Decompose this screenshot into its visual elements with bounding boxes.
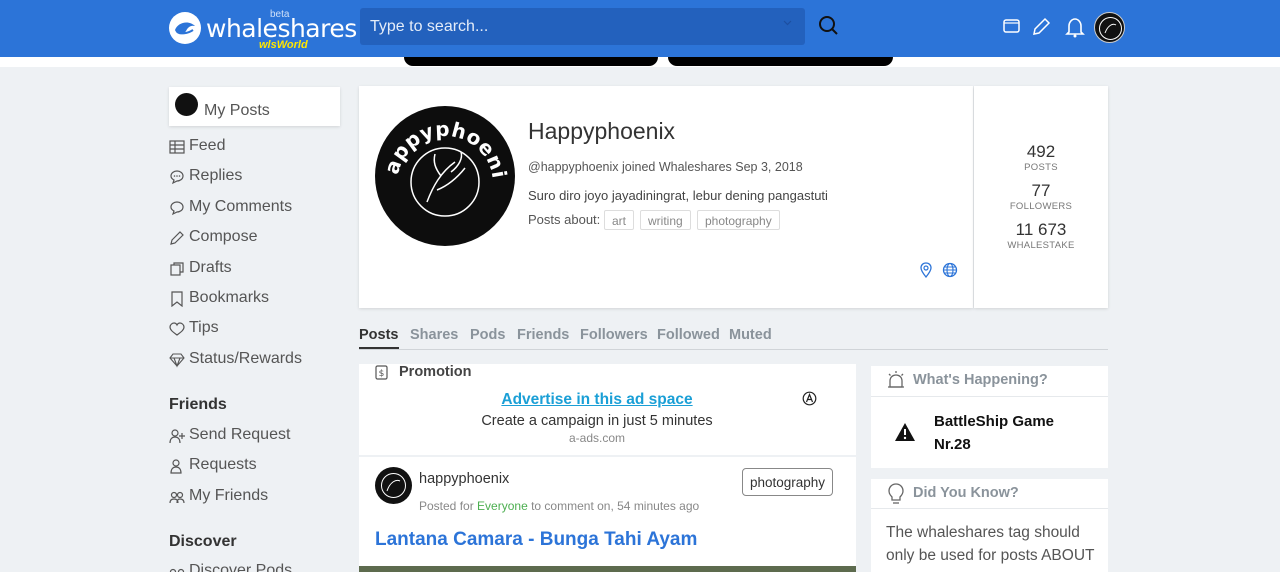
search-icon[interactable]: [817, 14, 841, 38]
bookmark-icon: [171, 291, 183, 307]
cover-shape: [404, 57, 658, 66]
whale-logo-icon: [169, 12, 201, 44]
tab-posts[interactable]: Posts: [359, 327, 399, 349]
sidebar-item-label: Replies: [189, 167, 243, 184]
user-icon: [170, 459, 182, 474]
sidebar-item-label: Send Request: [189, 426, 291, 443]
location-icon[interactable]: [919, 262, 933, 278]
sidebar-item-label: Status/Rewards: [189, 350, 302, 367]
sidebar-item-label: My Comments: [189, 198, 293, 215]
tips-icon: [169, 322, 185, 336]
tab-shares[interactable]: Shares: [410, 327, 458, 343]
search-input[interactable]: [360, 8, 805, 45]
warning-icon: [895, 423, 915, 441]
tab-muted[interactable]: Muted: [729, 327, 772, 343]
advertise-link[interactable]: Advertise in this ad space: [359, 391, 835, 409]
sidebar-item-label: My Friends: [189, 487, 269, 504]
post-author-avatar[interactable]: [375, 467, 412, 504]
drafts-icon: [170, 262, 184, 276]
tabs-divider: [359, 349, 1108, 350]
whaleshares-logo[interactable]: whaleshares beta wlsWorld: [169, 9, 357, 52]
tab-followers[interactable]: Followers: [580, 327, 648, 343]
posts-about-label: Posts about:: [528, 212, 601, 227]
alarm-icon: [888, 371, 904, 388]
stat-posts-label: POSTS: [1024, 162, 1058, 173]
post-image[interactable]: [359, 566, 856, 572]
search-box: [360, 8, 805, 45]
post-author[interactable]: happyphoenix: [419, 471, 509, 487]
stat-followers-value: 77: [1031, 181, 1051, 200]
profile-joined: @happyphoenix joined Whaleshares Sep 3, …: [528, 160, 803, 174]
pencil-icon: [170, 231, 184, 245]
avatar: [175, 93, 198, 116]
battleship-link[interactable]: BattleShip Game Nr.28: [934, 410, 1074, 456]
promotion-title: Promotion: [399, 364, 472, 380]
ad-icon[interactable]: [802, 391, 817, 406]
post-audience: Everyone: [477, 499, 528, 513]
user-avatar[interactable]: [1094, 12, 1125, 43]
add-user-icon: [169, 429, 185, 444]
tab-friends[interactable]: Friends: [517, 327, 569, 343]
profile-bio: Suro diro joyo jayadiningrat, lebur deni…: [528, 188, 828, 203]
friends-heading: Friends: [169, 396, 227, 413]
sidebar-item-label: Drafts: [189, 259, 232, 276]
whats-happening-heading: What's Happening?: [913, 372, 1048, 388]
cover-shape: [668, 57, 893, 66]
sidebar-item-label: Tips: [189, 319, 219, 336]
sidebar-item-label: Requests: [189, 456, 257, 473]
promotion-site: a-ads.com: [568, 431, 626, 445]
tab-pods[interactable]: Pods: [470, 327, 505, 343]
widget-divider: [871, 396, 1108, 397]
my-posts-button[interactable]: My Posts: [169, 87, 340, 126]
profile-name: Happyphoenix: [528, 118, 676, 144]
logo-beta: beta: [270, 9, 290, 20]
wallet-icon[interactable]: [1002, 16, 1024, 38]
stat-followers-label: FOLLOWERS: [1009, 201, 1073, 212]
stat-whalestake-label: WHALESTAKE: [1007, 240, 1075, 251]
feed-icon: [169, 140, 185, 154]
sidebar-item-label: Feed: [189, 137, 226, 154]
sidebar-item-label: Bookmarks: [189, 289, 270, 306]
pencil-icon[interactable]: [1030, 16, 1052, 38]
users-icon: [169, 491, 185, 504]
pods-icon: [169, 568, 185, 572]
profile-tag[interactable]: art: [604, 210, 635, 230]
profile-tag[interactable]: writing: [640, 210, 691, 230]
diamond-icon: [169, 353, 185, 368]
comments-icon: [170, 201, 184, 216]
profile-avatar: Happyphoenix: [375, 106, 515, 246]
promotion-subtitle: Create a campaign in just 5 minutes: [481, 413, 713, 429]
did-you-know-text: The whaleshares tag should only be used …: [886, 524, 1095, 564]
did-you-know-heading: Did You Know?: [913, 485, 1019, 501]
promotion-icon: $: [375, 365, 388, 380]
bell-icon[interactable]: [1064, 16, 1086, 38]
replies-icon: [170, 170, 184, 185]
lightbulb-icon: [888, 483, 904, 504]
sidebar-item-label: Discover Pods: [189, 562, 293, 572]
tab-followed[interactable]: Followed: [657, 327, 720, 343]
discover-heading: Discover: [169, 533, 237, 550]
globe-icon[interactable]: [942, 262, 958, 278]
widget-divider: [871, 508, 1108, 509]
stat-whalestake-value: 11 673: [1015, 220, 1067, 239]
sidebar-item-label: Compose: [189, 228, 258, 245]
logo-world: wlsWorld: [259, 39, 308, 51]
chevron-down-icon[interactable]: [783, 18, 792, 27]
stat-posts-value: 492: [1026, 142, 1056, 161]
post-meta-prefix: Posted for: [419, 499, 474, 513]
profile-tag[interactable]: photography: [697, 210, 780, 230]
post-meta-suffix: to comment on, 54 minutes ago: [531, 499, 700, 513]
svg-text:$: $: [379, 369, 385, 379]
post-meta: Posted for Everyone to comment on, 54 mi…: [419, 499, 699, 513]
post-tag[interactable]: photography: [742, 468, 834, 496]
post-title[interactable]: Lantana Camara - Bunga Tahi Ayam: [375, 529, 697, 551]
my-posts-label: My Posts: [204, 102, 270, 119]
